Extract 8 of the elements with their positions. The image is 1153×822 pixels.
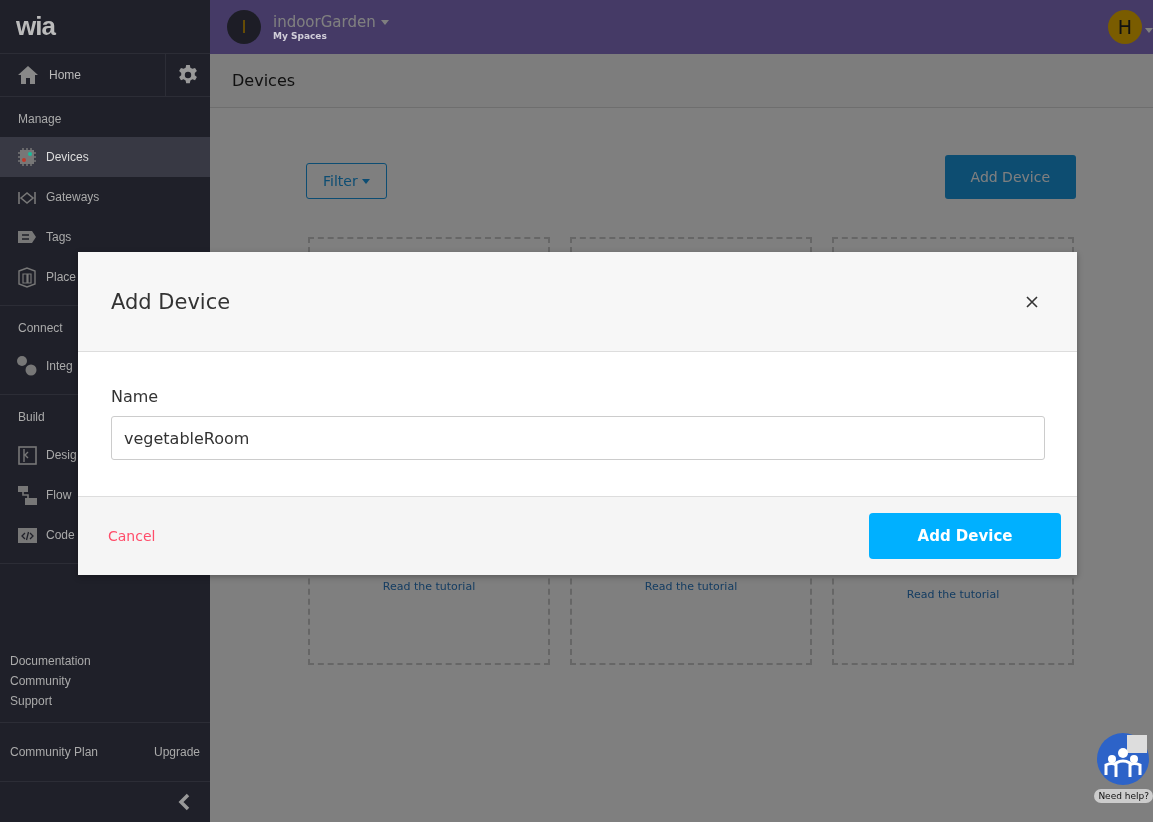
dialog-title: Add Device xyxy=(111,289,231,314)
section-heading: Manage xyxy=(18,112,62,126)
space-subtitle: My Spaces xyxy=(273,31,328,41)
page-title: Devices xyxy=(232,71,296,90)
plan-name: Community Plan xyxy=(10,745,99,759)
field-label: Name xyxy=(111,387,160,406)
section-heading: Connect xyxy=(18,321,63,335)
section-heading: Build xyxy=(18,410,45,424)
